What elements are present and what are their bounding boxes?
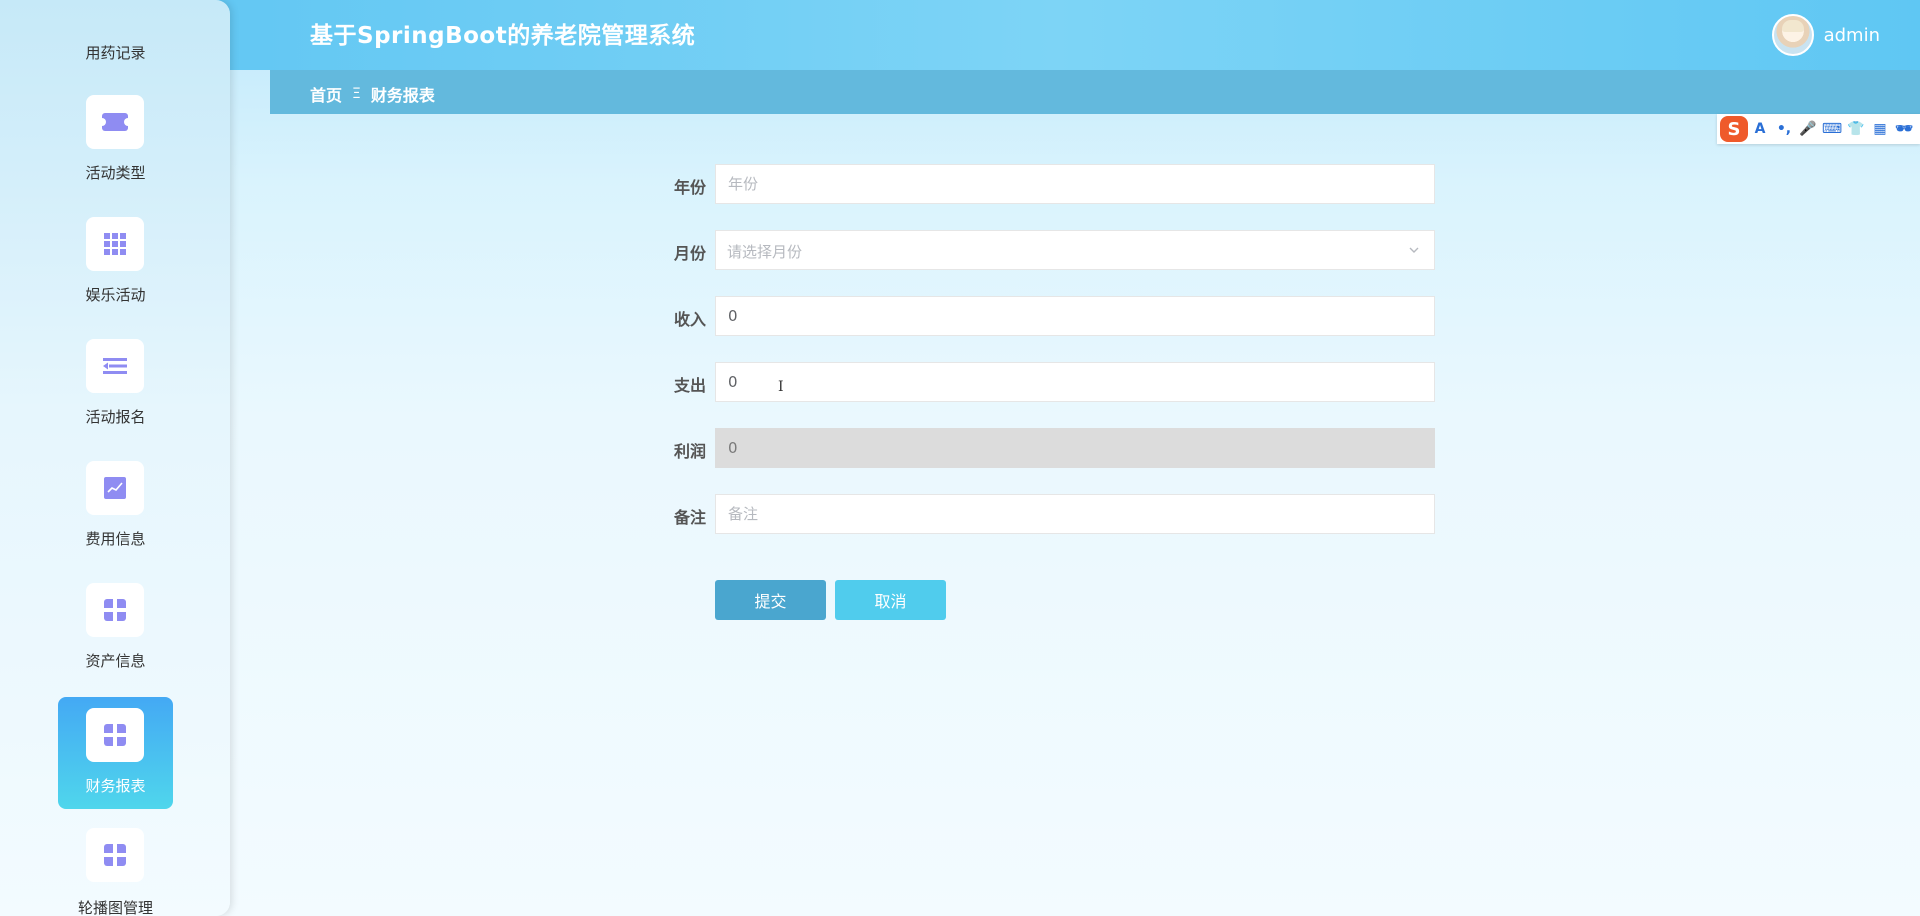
form-row-expense: 支出 I <box>660 362 1440 402</box>
remark-label: 备注 <box>673 508 706 527</box>
punctuation-icon[interactable]: •, <box>1772 117 1796 141</box>
sidebar-item-label: 活动报名 <box>85 408 146 426</box>
cancel-button[interactable]: 取消 <box>835 580 946 620</box>
month-select[interactable]: 请选择月份 <box>715 230 1435 270</box>
skin-icon[interactable]: 👕 <box>1844 117 1868 141</box>
year-label: 年份 <box>673 178 706 197</box>
sidebar-item-label: 财务报表 <box>85 777 146 795</box>
glasses-icon[interactable]: 🕶 <box>1892 117 1916 141</box>
sidebar-item-fee-info[interactable]: 费用信息 <box>58 450 173 562</box>
month-label: 月份 <box>673 244 706 263</box>
sidebar-item-label: 用药记录 <box>85 44 146 62</box>
apps-icon <box>86 708 144 762</box>
sidebar-item-label: 娱乐活动 <box>85 286 146 304</box>
avatar[interactable] <box>1771 14 1814 56</box>
keyboard-icon[interactable]: ⌨ <box>1820 117 1844 141</box>
remark-input[interactable] <box>715 494 1435 534</box>
sidebar-item-medication-record[interactable]: 用药记录 <box>58 0 173 62</box>
income-input[interactable] <box>715 296 1435 336</box>
sidebar-item-entertainment[interactable]: 娱乐活动 <box>58 206 173 318</box>
apps-icon <box>86 583 144 637</box>
breadcrumb: 首页 Ξ 财务报表 <box>310 82 435 106</box>
chevron-down-icon <box>1409 247 1419 253</box>
ticket-icon <box>86 95 144 149</box>
month-select-placeholder: 请选择月份 <box>727 243 803 261</box>
apps-icon[interactable]: ▦ <box>1868 117 1892 141</box>
sidebar-item-financial-report[interactable]: 财务报表 <box>58 697 173 809</box>
form-row-year: 年份 <box>660 164 1440 204</box>
sidebar: 用药记录 活动类型 娱乐活动 活动报名 费用信息 资产信息 财务报表 轮播图管理 <box>0 0 230 916</box>
sidebar-item-label: 资产信息 <box>85 652 146 670</box>
font-icon[interactable]: A <box>1748 117 1772 141</box>
income-label: 收入 <box>673 310 706 329</box>
chart-icon <box>86 461 144 515</box>
year-input[interactable] <box>715 164 1435 204</box>
ime-toolbar: S A •, 🎤 ⌨ 👕 ▦ 🕶 <box>1717 114 1920 144</box>
expense-input[interactable] <box>715 362 1435 402</box>
list-icon <box>86 339 144 393</box>
breadcrumb-current: 财务报表 <box>370 86 435 105</box>
profit-label: 利润 <box>673 442 706 461</box>
form-row-profit: 利润 <box>660 428 1440 468</box>
submit-button[interactable]: 提交 <box>715 580 826 620</box>
text-cursor-icon: I <box>778 379 784 395</box>
sidebar-item-activity-type[interactable]: 活动类型 <box>58 84 173 196</box>
grid-icon <box>86 217 144 271</box>
sidebar-item-carousel-management[interactable]: 轮播图管理 <box>58 817 173 916</box>
expense-label: 支出 <box>673 376 706 395</box>
user-menu[interactable]: admin <box>1771 13 1880 57</box>
sidebar-item-label: 费用信息 <box>85 530 146 548</box>
sogou-logo-icon[interactable]: S <box>1720 116 1748 142</box>
username[interactable]: admin <box>1824 25 1880 46</box>
form-row-month: 月份 请选择月份 <box>660 230 1440 270</box>
app-title: 基于SpringBoot的养老院管理系统 <box>310 23 696 49</box>
sidebar-item-asset-info[interactable]: 资产信息 <box>58 572 173 684</box>
sidebar-item-label: 轮播图管理 <box>77 899 153 916</box>
sidebar-item-activity-signup[interactable]: 活动报名 <box>58 328 173 440</box>
breadcrumb-home[interactable]: 首页 <box>310 82 342 106</box>
top-header: 基于SpringBoot的养老院管理系统 admin <box>0 0 1920 70</box>
apps-icon <box>86 828 144 882</box>
form-row-remark: 备注 <box>660 494 1440 534</box>
breadcrumb-separator: Ξ <box>352 86 361 102</box>
profit-input <box>715 428 1435 468</box>
sidebar-item-label: 活动类型 <box>85 164 146 182</box>
breadcrumb-bar: 首页 Ξ 财务报表 <box>270 70 1920 114</box>
microphone-icon[interactable]: 🎤 <box>1796 117 1820 141</box>
form-row-income: 收入 <box>660 296 1440 336</box>
